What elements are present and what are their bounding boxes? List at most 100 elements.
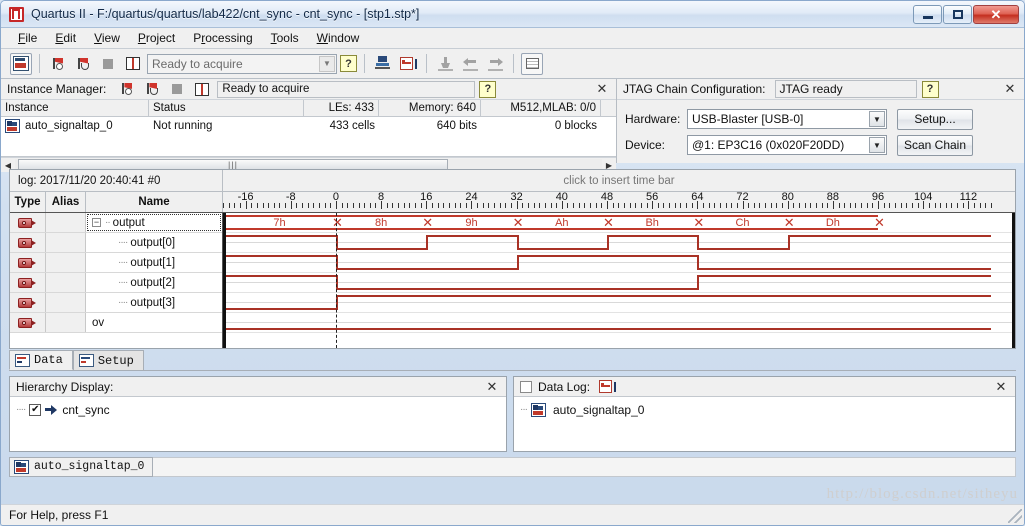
im-run-analysis-icon[interactable] (116, 78, 138, 100)
waveform-row[interactable]: 7h ✕ 8h ✕ 9h ✕ Ah ✕ Bh ✕ Ch ✕ Dh ✕ (223, 213, 1015, 233)
waveform-row[interactable] (223, 273, 1015, 293)
col-instance[interactable]: Instance (1, 100, 149, 116)
device-select[interactable]: @1: EP3C16 (0x020F20DD) ▼ (687, 135, 887, 155)
jtag-help-icon[interactable]: ? (921, 80, 939, 98)
im-autorun-analysis-icon[interactable] (141, 78, 163, 100)
menu-view[interactable]: View (85, 29, 129, 47)
toolbar-help-icon[interactable]: ? (340, 55, 357, 72)
data-log-icon[interactable] (397, 53, 419, 75)
signal-alias-cell[interactable] (46, 313, 86, 332)
list-view-icon[interactable] (521, 52, 543, 75)
minimize-button[interactable] (913, 4, 942, 24)
axis-tick-minor (883, 203, 885, 208)
axis-tick-minor (934, 203, 936, 208)
signal-alias-cell[interactable] (46, 233, 86, 252)
signal-name-cell[interactable]: ov (86, 313, 222, 332)
signal-row[interactable]: ov (10, 313, 222, 333)
signal-type-cell[interactable] (10, 293, 46, 312)
next-icon[interactable] (484, 53, 506, 75)
signal-type-cell[interactable] (10, 313, 46, 332)
chevron-down-icon[interactable]: ▼ (869, 137, 885, 153)
signal-type-cell[interactable] (10, 233, 46, 252)
hierarchy-close-icon[interactable]: ✕ (484, 379, 506, 395)
menu-window[interactable]: Window (308, 29, 369, 47)
signal-name-cell[interactable]: ···· output[3] (86, 293, 222, 312)
im-read-data-icon[interactable] (191, 78, 213, 100)
hierarchy-item-label: cnt_sync (62, 402, 110, 417)
instance-name: auto_signaltap_0 (25, 120, 113, 132)
signal-alias-cell[interactable] (46, 253, 86, 272)
hierarchy-checkbox[interactable]: ✔ (29, 403, 42, 416)
list-item[interactable]: ···· ✔ cnt_sync (16, 401, 506, 418)
tab-data[interactable]: Data (9, 350, 73, 370)
im-stop-analysis-icon[interactable] (166, 78, 188, 100)
signal-row[interactable]: ···· output[1] (10, 253, 222, 273)
instance-manager-help-icon[interactable]: ? (479, 80, 497, 98)
data-log-checkbox[interactable] (520, 380, 532, 393)
insert-node-icon[interactable] (434, 53, 456, 75)
resize-grip[interactable] (1008, 509, 1022, 523)
signal-alias-cell[interactable] (46, 213, 86, 232)
tab-setup[interactable]: Setup (72, 350, 144, 370)
signal-name-cell[interactable]: ···· output[0] (86, 233, 222, 252)
previous-icon[interactable] (459, 53, 481, 75)
col-status[interactable]: Status (149, 100, 304, 116)
waveform-row[interactable] (223, 313, 1015, 333)
signal-type-cell[interactable] (10, 273, 46, 292)
signal-row[interactable]: − ·· output (10, 213, 222, 233)
hardware-select[interactable]: USB-Blaster [USB-0] ▼ (687, 109, 887, 129)
chevron-down-icon[interactable]: ▼ (319, 55, 335, 72)
list-item[interactable]: ··· auto_signaltap_0 (520, 401, 1015, 418)
waveform-row[interactable] (223, 293, 1015, 313)
axis-tick-minor (319, 203, 320, 208)
waveform-row[interactable] (223, 253, 1015, 273)
col-les[interactable]: LEs: 433 (304, 100, 379, 116)
col-alias[interactable]: Alias (46, 192, 86, 212)
run-analysis-icon[interactable] (47, 53, 69, 75)
read-data-icon[interactable] (122, 53, 144, 75)
menu-tools[interactable]: Tools (262, 29, 308, 47)
open-signaltap-icon[interactable] (10, 52, 32, 75)
insert-time-bar-hint[interactable]: click to insert time bar (223, 170, 1015, 191)
col-memory[interactable]: Memory: 640 (379, 100, 481, 116)
signal-name-cell[interactable]: ···· output[1] (86, 253, 222, 272)
signal-row[interactable]: ···· output[3] (10, 293, 222, 313)
scan-chain-button[interactable]: Scan Chain (897, 134, 973, 156)
signal-name-cell[interactable]: − ·· output (86, 213, 222, 232)
instance-tab-filler (153, 456, 1016, 477)
data-log-close-icon[interactable]: ✕ (993, 379, 1015, 395)
signal-row[interactable]: ···· output[0] (10, 233, 222, 253)
menu-project[interactable]: Project (129, 29, 184, 47)
signal-row[interactable]: ···· output[2] (10, 273, 222, 293)
col-m512[interactable]: M512,MLAB: 0/0 (481, 100, 601, 116)
setup-button[interactable]: Setup... (897, 108, 973, 130)
signal-type-cell[interactable] (10, 253, 46, 272)
chevron-down-icon[interactable]: ▼ (869, 111, 885, 127)
table-row[interactable]: auto_signaltap_0 Not running 433 cells 6… (1, 117, 616, 135)
signal-alias-cell[interactable] (46, 273, 86, 292)
col-type[interactable]: Type (10, 192, 46, 212)
instance-manager-close-icon[interactable]: ✕ (594, 81, 616, 97)
autorun-analysis-icon[interactable] (72, 53, 94, 75)
axis-tick-minor (437, 203, 439, 208)
close-button[interactable]: ✕ (973, 4, 1019, 24)
menu-processing[interactable]: Processing (184, 29, 261, 47)
waveform-canvas[interactable]: 7h ✕ 8h ✕ 9h ✕ Ah ✕ Bh ✕ Ch ✕ Dh ✕ (223, 213, 1015, 348)
signal-alias-cell[interactable] (46, 293, 86, 312)
program-device-icon[interactable] (372, 53, 394, 75)
collapse-icon[interactable]: − (92, 218, 101, 227)
col-name[interactable]: Name (86, 192, 223, 212)
acquire-status-combo[interactable]: Ready to acquire ▼ (147, 53, 337, 74)
menu-edit[interactable]: Edit (46, 29, 85, 47)
menu-file[interactable]: FFileile (9, 29, 46, 47)
time-cursor[interactable] (335, 213, 337, 348)
waveform-row[interactable] (223, 233, 1015, 253)
maximize-button[interactable] (943, 4, 972, 24)
instance-tab-auto-signaltap-0[interactable]: auto_signaltap_0 (9, 456, 154, 477)
stop-analysis-icon[interactable] (97, 53, 119, 75)
data-log-icon[interactable] (599, 379, 617, 394)
jtag-close-icon[interactable]: ✕ (1002, 81, 1024, 97)
signal-type-cell[interactable] (10, 213, 46, 232)
time-axis-ruler[interactable]: -16 -8 0 8 16 24 32 40 48 56 64 72 80 88 96 104 112 (223, 192, 1015, 212)
signal-name-cell[interactable]: ···· output[2] (86, 273, 222, 292)
